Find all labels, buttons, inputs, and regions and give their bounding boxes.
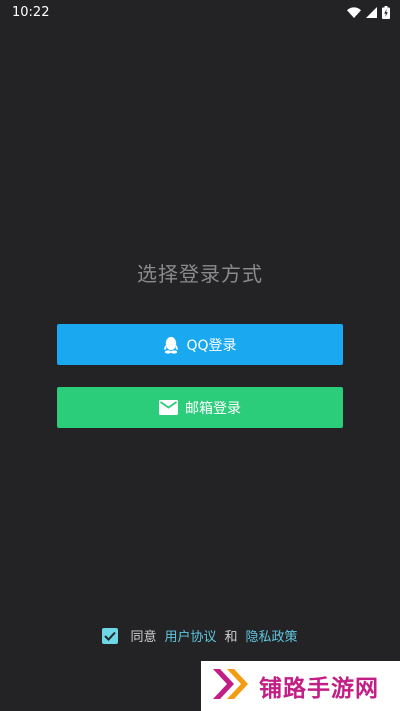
signal-icon [366,6,377,18]
agreement-row: 同意 用户协议 和 隐私政策 [0,626,400,645]
email-login-label: 邮箱登录 [185,400,241,417]
status-icons [347,5,390,19]
status-bar: 10:22 [0,0,400,24]
qq-login-button[interactable]: QQ登录 [57,324,343,365]
agreement-conjunction: 和 [224,630,238,645]
qq-penguin-icon [163,336,179,354]
agreement-checkbox[interactable] [102,627,119,644]
page-title: 选择登录方式 [137,262,263,286]
watermark: 铺路手游网 [201,661,400,711]
battery-charging-icon [382,5,390,19]
privacy-policy-link[interactable]: 隐私政策 [246,626,298,645]
wifi-icon [347,6,361,18]
mail-icon [159,400,178,415]
watermark-text: 铺路手游网 [259,676,379,702]
double-chevron-logo-icon [211,666,251,706]
status-time: 10:22 [12,4,50,20]
agreement-prefix: 同意 [130,630,157,645]
email-login-button[interactable]: 邮箱登录 [57,387,343,428]
user-agreement-link[interactable]: 用户协议 [164,626,216,645]
checkmark-icon [104,631,117,641]
qq-login-label: QQ登录 [186,337,237,354]
